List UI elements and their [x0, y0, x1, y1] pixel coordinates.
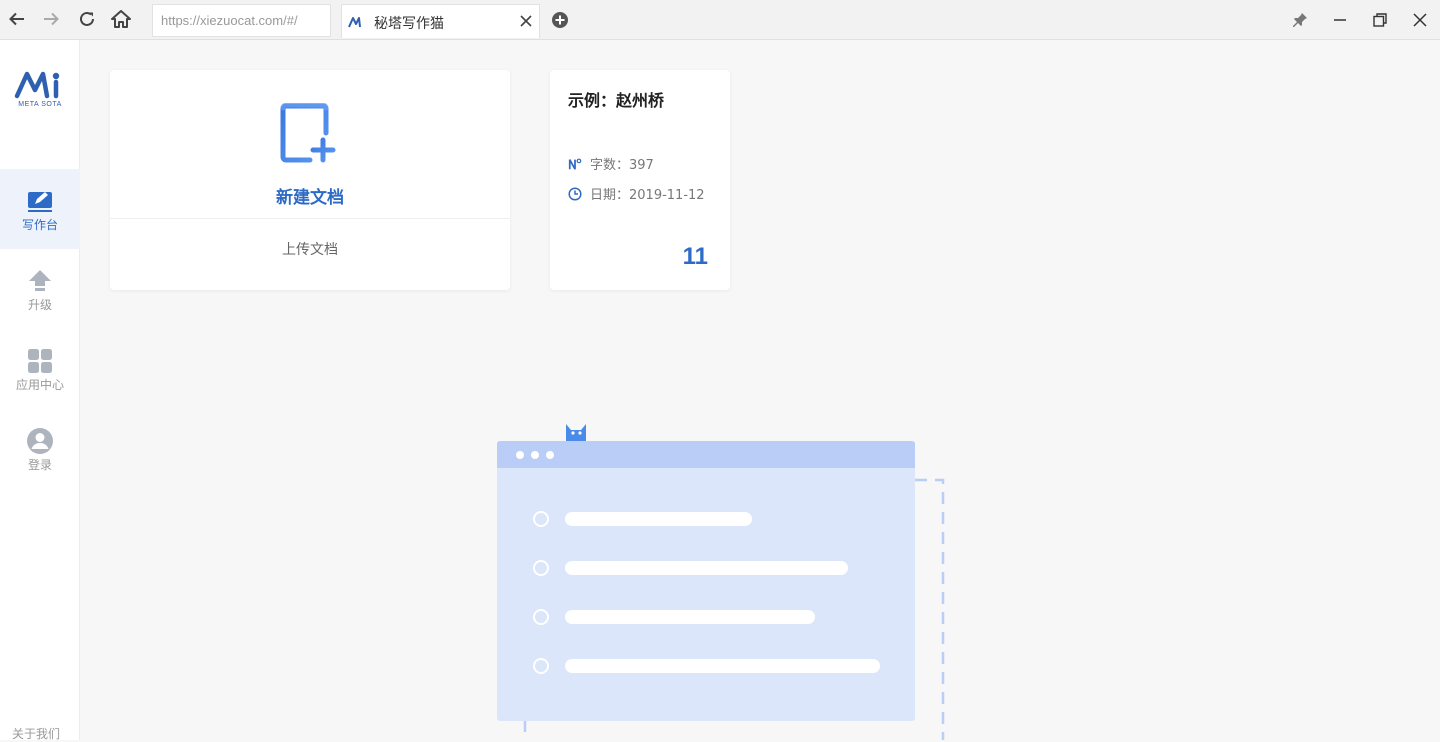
- logo-text: META SOTA: [18, 101, 62, 108]
- sidebar-item-label: 登录: [27, 458, 52, 472]
- apps-grid-icon: [28, 349, 52, 373]
- back-arrow-icon[interactable]: [6, 8, 28, 30]
- cat-mascot-icon: [566, 424, 586, 442]
- example-document-card[interactable]: 示例：赵州桥 字数：397 日期：2019-11-12 11: [550, 70, 730, 290]
- reload-icon[interactable]: [76, 8, 98, 30]
- sidebar-item-upgrade[interactable]: 升级: [0, 249, 80, 329]
- sidebar-item-app-center[interactable]: 应用中心: [0, 329, 80, 409]
- word-count-row: 字数：397: [568, 154, 654, 173]
- user-icon: [27, 428, 53, 454]
- upload-document-button[interactable]: 上传文档: [110, 218, 510, 290]
- pin-icon[interactable]: [1290, 10, 1310, 30]
- new-document-button[interactable]: 新建文档: [110, 70, 510, 219]
- sidebar-item-label: 升级: [27, 298, 52, 312]
- new-document-card: 新建文档 上传文档: [110, 70, 510, 290]
- empty-state-illustration: [497, 424, 945, 740]
- sidebar-item-label: 写作台: [21, 218, 58, 232]
- date-row: 日期：2019-11-12: [568, 184, 705, 203]
- word-count: 字数：397: [590, 158, 654, 173]
- tab-title: 秘塔写作猫: [374, 16, 444, 32]
- sidebar-item-writing-desk[interactable]: 写作台: [0, 169, 80, 249]
- new-tab-icon[interactable]: [551, 11, 569, 29]
- sidebar: META SOTA 写作台 升级 应用中心 登录 关于我们: [0, 40, 80, 742]
- new-document-label: 新建文档: [276, 188, 344, 208]
- minimize-icon[interactable]: [1330, 10, 1350, 30]
- sidebar-item-label: 应用中心: [15, 378, 64, 392]
- number-sign-icon: [568, 157, 582, 171]
- about-us-link[interactable]: 关于我们: [12, 725, 60, 742]
- document-count-badge: 11: [682, 243, 708, 270]
- restore-icon[interactable]: [1370, 10, 1390, 30]
- upload-arrow-icon: [29, 270, 51, 291]
- close-window-icon[interactable]: [1410, 10, 1430, 30]
- add-document-icon: [280, 103, 336, 163]
- home-icon[interactable]: [110, 8, 132, 30]
- close-tab-icon[interactable]: [519, 14, 533, 28]
- pen-icon: [28, 192, 52, 212]
- clock-icon: [568, 186, 582, 201]
- metasota-favicon-icon: [348, 17, 361, 28]
- address-bar[interactable]: https://xiezuocat.com/#/: [152, 4, 331, 37]
- forward-arrow-icon[interactable]: [40, 8, 62, 30]
- sidebar-item-login[interactable]: 登录: [0, 409, 80, 489]
- browser-tab[interactable]: 秘塔写作猫: [341, 4, 540, 38]
- document-date: 日期：2019-11-12: [590, 188, 705, 203]
- document-title: 示例：赵州桥: [568, 91, 665, 110]
- browser-toolbar: https://xiezuocat.com/#/ 秘塔写作猫: [0, 0, 1440, 40]
